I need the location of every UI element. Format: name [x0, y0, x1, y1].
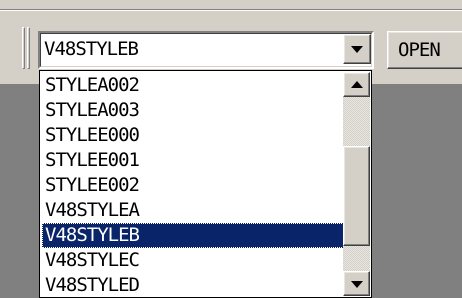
vertical-scrollbar[interactable]: [343, 72, 370, 296]
scroll-down-button[interactable]: [343, 271, 370, 296]
toolbar-divider-highlight: [0, 10, 462, 11]
dropdown-option[interactable]: STYLEE002: [42, 173, 344, 198]
toolbar-gripper[interactable]: [22, 27, 25, 69]
style-dropdown-list[interactable]: STYLEA002 STYLEA003 STYLEE000 STYLEE001 STYL…: [39, 70, 372, 298]
dropdown-option[interactable]: STYLEA003: [42, 98, 344, 123]
app-window: V48STYLEB OPEN STYLEA002 STYLEA003 STYLEE0…: [0, 0, 462, 298]
dropdown-option[interactable]: STYLEE000: [42, 123, 344, 148]
chevron-down-icon: [351, 46, 363, 53]
dropdown-option[interactable]: V48STYLEA: [42, 198, 344, 223]
dropdown-option[interactable]: STYLEE001: [42, 148, 344, 173]
dropdown-option[interactable]: STYLEA002: [42, 73, 344, 98]
dropdown-option[interactable]: V48STYLED: [42, 273, 344, 298]
style-combobox[interactable]: V48STYLEB: [38, 31, 374, 69]
open-button[interactable]: OPEN: [387, 31, 462, 69]
scrollbar-thumb[interactable]: [343, 146, 370, 246]
scroll-up-button[interactable]: [343, 72, 370, 97]
combobox-dropdown-button[interactable]: [343, 34, 371, 64]
toolbar-gripper-secondary[interactable]: [27, 27, 30, 69]
dropdown-option-selected[interactable]: V48STYLEB: [42, 223, 344, 248]
open-button-label: OPEN: [398, 39, 441, 61]
arrow-down-icon: [350, 280, 363, 288]
dropdown-options: STYLEA002 STYLEA003 STYLEE000 STYLEE001 STYL…: [42, 73, 344, 298]
dropdown-option[interactable]: V48STYLEC: [42, 248, 344, 273]
arrow-up-icon: [350, 80, 363, 88]
combobox-value[interactable]: V48STYLEB: [44, 37, 139, 61]
